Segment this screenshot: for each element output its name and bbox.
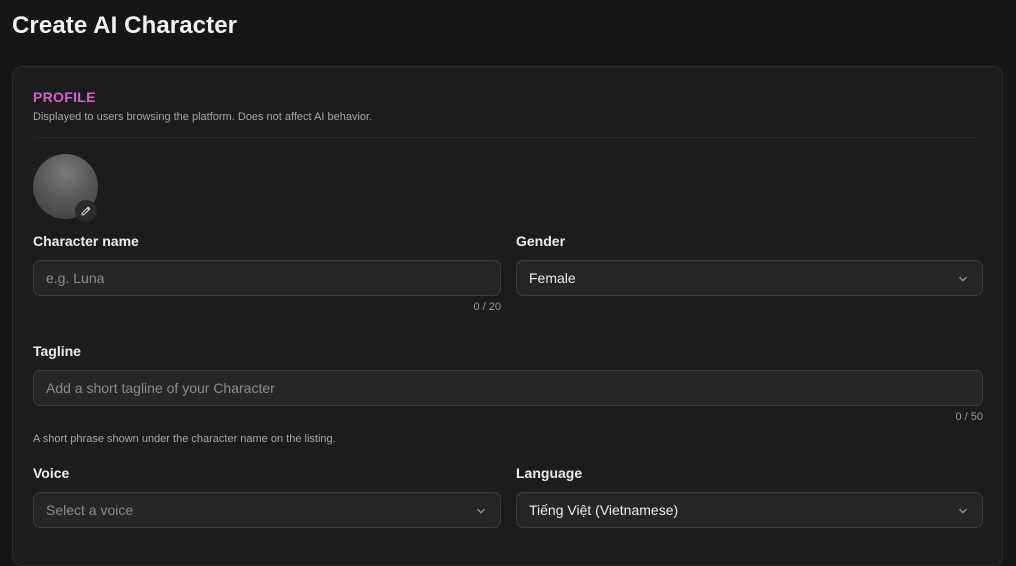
chevron-down-icon [477, 508, 485, 514]
language-select[interactable]: Tiếng Việt (Vietnamese) [516, 492, 983, 528]
tagline-label: Tagline [33, 343, 81, 359]
chevron-down-icon [959, 276, 967, 282]
character-name-counter: 0 / 20 [473, 301, 501, 313]
gender-label: Gender [516, 233, 566, 249]
chevron-down-icon [959, 508, 967, 514]
character-name-field[interactable] [33, 260, 501, 296]
voice-selected-value: Select a voice [46, 502, 134, 518]
language-selected-value: Tiếng Việt (Vietnamese) [529, 502, 679, 518]
gender-select[interactable]: Female [516, 260, 983, 296]
pencil-icon [81, 206, 91, 216]
tagline-field[interactable] [33, 370, 983, 406]
character-name-input[interactable] [34, 261, 500, 295]
language-label: Language [516, 465, 583, 481]
avatar-edit-button[interactable] [75, 200, 97, 222]
section-title: PROFILE [33, 89, 96, 105]
gender-selected-value: Female [529, 270, 576, 286]
tagline-hint: A short phrase shown under the character… [33, 433, 336, 445]
character-name-label: Character name [33, 233, 139, 249]
divider [33, 137, 979, 138]
tagline-input[interactable] [34, 371, 982, 405]
section-description: Displayed to users browsing the platform… [33, 111, 373, 123]
page-title: Create AI Character [12, 12, 238, 39]
voice-label: Voice [33, 465, 70, 481]
tagline-counter: 0 / 50 [955, 411, 983, 423]
profile-card: PROFILE Displayed to users browsing the … [12, 66, 1003, 566]
voice-select[interactable]: Select a voice [33, 492, 501, 528]
